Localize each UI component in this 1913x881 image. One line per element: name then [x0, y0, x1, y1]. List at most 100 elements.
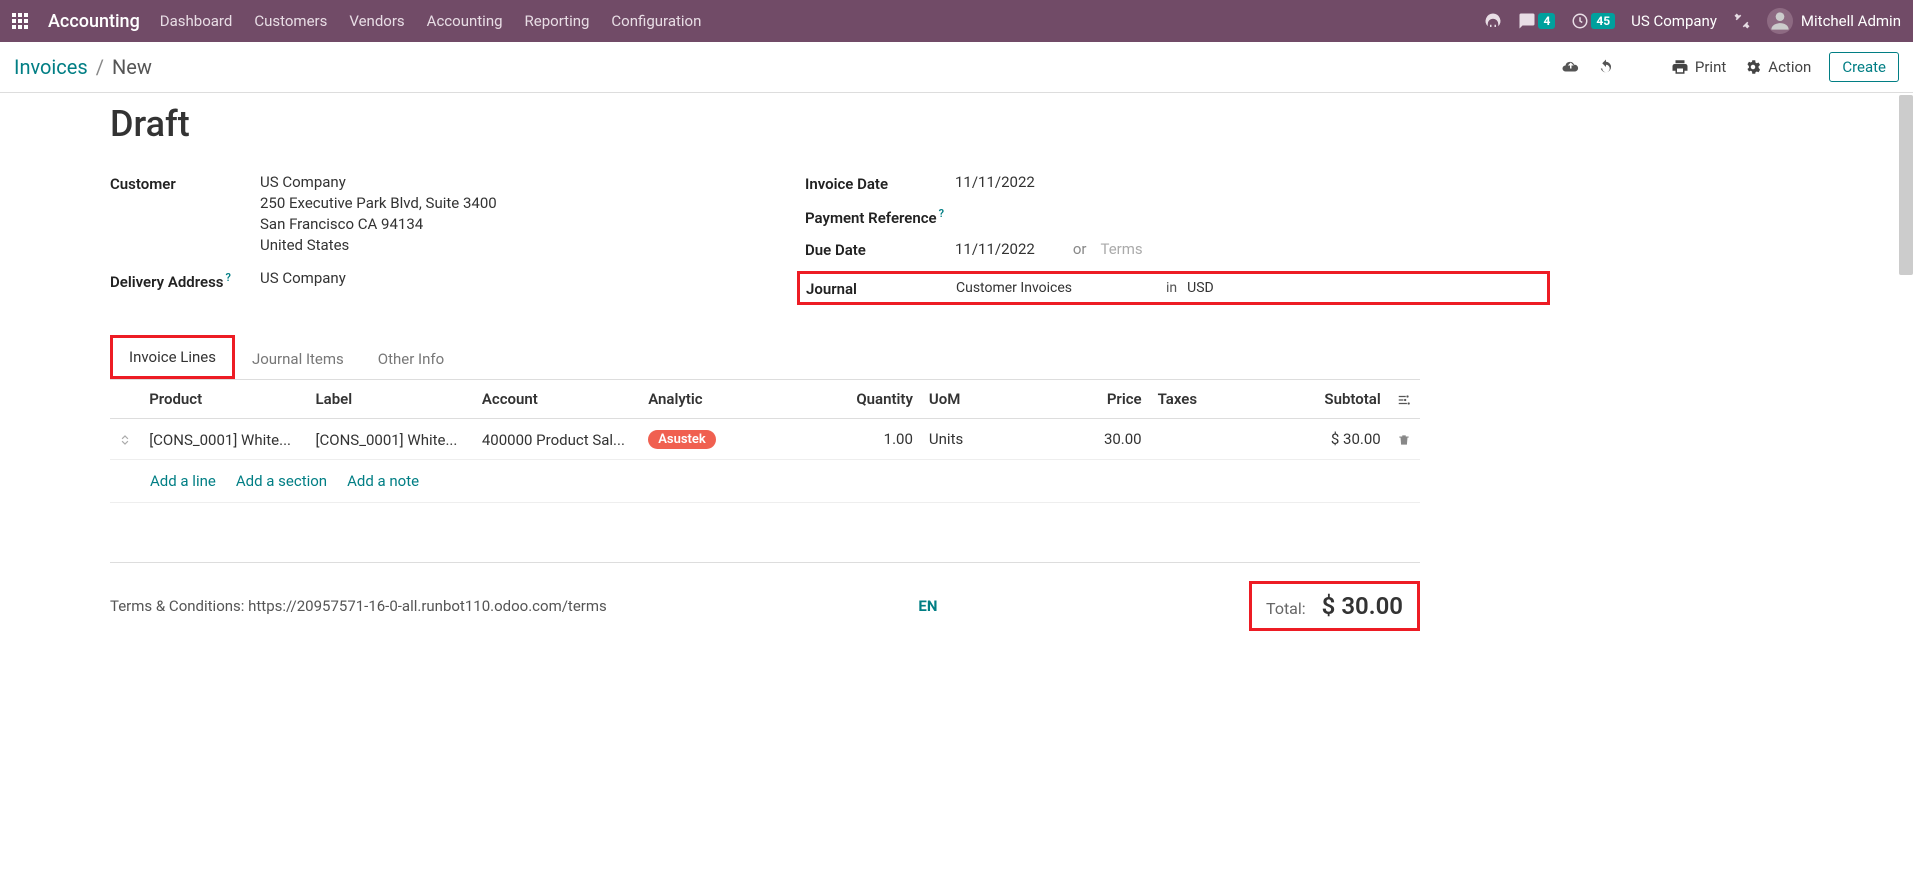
user-menu[interactable]: Mitchell Admin: [1767, 8, 1901, 34]
print-button[interactable]: Print: [1671, 58, 1726, 76]
breadcrumb-current: New: [112, 55, 152, 79]
add-line-link[interactable]: Add a line: [150, 472, 216, 490]
topbar: Accounting Dashboard Customers Vendors A…: [0, 0, 1913, 42]
scrollbar[interactable]: [1899, 95, 1913, 275]
invoice-lines-table: Product Label Account Analytic Quantity …: [110, 379, 1420, 631]
footer-row: Terms & Conditions: https://20957571-16-…: [110, 563, 1420, 631]
cell-subtotal: $ 30.00: [1274, 419, 1388, 460]
col-label[interactable]: Label: [308, 380, 474, 419]
cell-label[interactable]: [CONS_0001] White...: [308, 419, 474, 460]
breadcrumb-sep: /: [96, 55, 104, 79]
col-price[interactable]: Price: [1025, 380, 1150, 419]
activities-badge: 45: [1591, 13, 1615, 29]
avatar: [1767, 8, 1793, 34]
invoice-date-label: Invoice Date: [805, 173, 955, 193]
table-header-row: Product Label Account Analytic Quantity …: [110, 380, 1420, 419]
tab-other-info[interactable]: Other Info: [361, 339, 461, 379]
due-date-value[interactable]: 11/11/2022: [955, 240, 1035, 258]
cell-qty[interactable]: 1.00: [827, 419, 921, 460]
activities-icon[interactable]: 45: [1571, 12, 1615, 30]
due-date-label: Due Date: [805, 239, 955, 259]
cell-price[interactable]: 30.00: [1025, 419, 1150, 460]
company-selector[interactable]: US Company: [1631, 12, 1717, 30]
invoice-date-value[interactable]: 11/11/2022: [955, 173, 1420, 193]
col-account[interactable]: Account: [474, 380, 640, 419]
terms-placeholder[interactable]: Terms: [1100, 240, 1142, 258]
journal-in-text: in: [1166, 280, 1177, 296]
user-name: Mitchell Admin: [1801, 12, 1901, 30]
help-icon[interactable]: ?: [939, 207, 944, 220]
breadcrumb-parent[interactable]: Invoices: [14, 55, 88, 79]
col-quantity[interactable]: Quantity: [827, 380, 921, 419]
cell-taxes[interactable]: [1150, 419, 1275, 460]
journal-row: Journal Customer Invoices in USD: [797, 271, 1550, 305]
delivery-address-label: Delivery Address?: [110, 269, 260, 291]
col-options[interactable]: [1389, 380, 1420, 419]
nav-menu: Dashboard Customers Vendors Accounting R…: [160, 12, 702, 30]
line-actions: Add a line Add a section Add a note: [110, 460, 1420, 503]
discard-icon[interactable]: [1597, 58, 1615, 76]
drag-handle-icon[interactable]: [110, 419, 141, 460]
nav-vendors[interactable]: Vendors: [349, 12, 404, 30]
support-icon[interactable]: [1484, 12, 1502, 30]
cell-product[interactable]: [CONS_0001] White...: [141, 419, 307, 460]
nav-reporting[interactable]: Reporting: [525, 12, 590, 30]
cell-account[interactable]: 400000 Product Sal...: [474, 419, 640, 460]
main-content: Draft Customer US Company 250 Executive …: [0, 93, 1913, 874]
page-title: Draft: [110, 103, 1420, 145]
col-analytic[interactable]: Analytic: [640, 380, 827, 419]
customer-label: Customer: [110, 173, 260, 257]
tabs: Invoice Lines Journal Items Other Info: [110, 335, 1420, 379]
tab-journal-items[interactable]: Journal Items: [235, 339, 361, 379]
customer-value[interactable]: US Company 250 Executive Park Blvd, Suit…: [260, 173, 725, 257]
address-country: United States: [260, 236, 725, 254]
debug-icon[interactable]: [1733, 12, 1751, 30]
journal-label: Journal: [806, 278, 956, 298]
journal-value[interactable]: Customer Invoices: [956, 280, 1156, 296]
journal-currency[interactable]: USD: [1187, 280, 1214, 296]
create-button[interactable]: Create: [1829, 52, 1899, 82]
due-date-row: 11/11/2022 or Terms: [955, 239, 1420, 259]
address-line-1: 250 Executive Park Blvd, Suite 3400: [260, 194, 725, 212]
action-label: Action: [1768, 58, 1811, 76]
print-label: Print: [1695, 58, 1726, 76]
cell-delete[interactable]: [1389, 419, 1420, 460]
col-subtotal[interactable]: Subtotal: [1274, 380, 1388, 419]
table-row[interactable]: [CONS_0001] White... [CONS_0001] White..…: [110, 419, 1420, 460]
cell-analytic[interactable]: Asustek: [640, 419, 827, 460]
add-section-link[interactable]: Add a section: [236, 472, 327, 490]
total-amount: $ 30.00: [1322, 592, 1403, 620]
app-title[interactable]: Accounting: [48, 11, 140, 32]
tab-invoice-lines[interactable]: Invoice Lines: [110, 335, 235, 379]
col-product[interactable]: Product: [141, 380, 307, 419]
trash-icon: [1397, 430, 1411, 448]
breadcrumb: Invoices / New: [14, 55, 152, 79]
payment-reference-value[interactable]: [955, 205, 1420, 227]
nav-dashboard[interactable]: Dashboard: [160, 12, 233, 30]
customer-name: US Company: [260, 173, 725, 191]
nav-configuration[interactable]: Configuration: [611, 12, 701, 30]
address-line-2: San Francisco CA 94134: [260, 215, 725, 233]
analytic-tag[interactable]: Asustek: [648, 430, 716, 449]
col-taxes[interactable]: Taxes: [1150, 380, 1275, 419]
apps-icon[interactable]: [12, 13, 28, 29]
payment-reference-label: Payment Reference?: [805, 205, 955, 227]
language-badge[interactable]: EN: [918, 597, 937, 615]
add-note-link[interactable]: Add a note: [347, 472, 419, 490]
sliders-icon: [1397, 390, 1411, 408]
nav-customers[interactable]: Customers: [254, 12, 327, 30]
messages-badge: 4: [1538, 13, 1555, 29]
delivery-address-value[interactable]: US Company: [260, 269, 725, 291]
total-box: Total: $ 30.00: [1249, 581, 1420, 631]
nav-accounting[interactable]: Accounting: [427, 12, 503, 30]
cloud-upload-icon[interactable]: [1561, 58, 1579, 76]
help-icon[interactable]: ?: [226, 271, 231, 284]
or-text: or: [1073, 240, 1087, 258]
breadcrumb-bar: Invoices / New Print Action Create: [0, 42, 1913, 93]
cell-uom[interactable]: Units: [921, 419, 1025, 460]
terms-text[interactable]: Terms & Conditions: https://20957571-16-…: [110, 597, 607, 615]
col-uom[interactable]: UoM: [921, 380, 1025, 419]
action-button[interactable]: Action: [1744, 58, 1811, 76]
messages-icon[interactable]: 4: [1518, 12, 1555, 30]
total-label: Total:: [1266, 599, 1306, 618]
